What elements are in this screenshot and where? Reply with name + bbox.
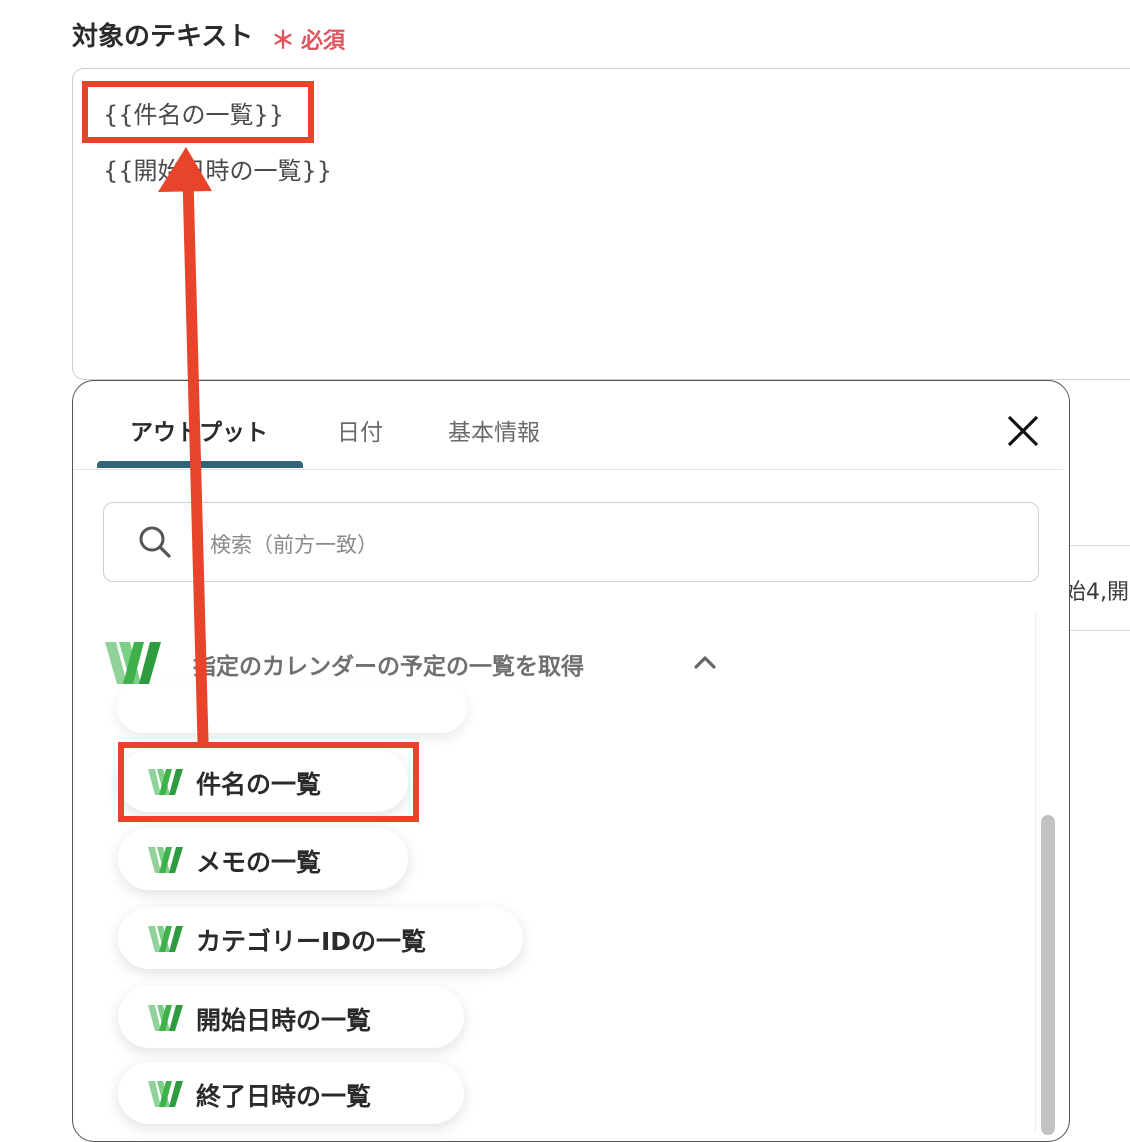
tab-basic-info[interactable]: 基本情報 [448, 413, 540, 447]
output-item-label: 終了日時の一覧 [196, 1082, 372, 1111]
app-logo-icon [148, 1005, 183, 1031]
tab-output[interactable]: アウトプット [130, 413, 268, 447]
output-item-chip[interactable]: 開始日時の一覧 [118, 986, 464, 1048]
required-star: ＊ [271, 26, 295, 54]
output-item-chip[interactable]: メモの一覧 [118, 828, 408, 890]
search-input[interactable]: 検索（前方一致） [103, 502, 1039, 582]
tab-bar: アウトプット 日付 基本情報 [73, 381, 1063, 470]
scroll-track [1035, 613, 1036, 1133]
required-badge: ＊必須 [271, 20, 345, 55]
app-logo-icon [105, 642, 161, 684]
output-item-label: カテゴリーIDの一覧 [196, 927, 427, 956]
chevron-up-icon[interactable] [691, 648, 719, 676]
output-item-label: メモの一覧 [196, 848, 322, 877]
field-label: 対象のテキスト [72, 22, 254, 52]
active-tab-indicator [97, 461, 303, 468]
app-logo-icon [148, 926, 183, 952]
output-item-chip[interactable]: カテゴリーIDの一覧 [118, 907, 523, 969]
search-icon [139, 526, 171, 558]
output-item-chip[interactable]: 終了日時の一覧 [118, 1062, 464, 1124]
search-placeholder: 検索（前方一致） [210, 533, 378, 557]
close-icon[interactable] [1005, 413, 1041, 449]
input-value-line-2: {{開始日時の一覧}} [103, 157, 333, 185]
app-logo-icon [148, 847, 183, 873]
background-field[interactable]: 始4,開 [1064, 545, 1130, 631]
app-logo-icon [148, 1081, 183, 1107]
section-header[interactable]: 指定のカレンダーの予定の一覧を取得 [73, 626, 1033, 716]
section-title: 指定のカレンダーの予定の一覧を取得 [193, 654, 584, 680]
background-field-text: 始4,開 [1064, 580, 1129, 605]
output-item-label: 開始日時の一覧 [196, 1006, 372, 1035]
highlight-box-item [118, 742, 419, 822]
highlight-box-input [82, 81, 314, 143]
required-text: 必須 [301, 29, 346, 54]
tab-date[interactable]: 日付 [337, 413, 383, 447]
scrollbar-thumb[interactable] [1041, 815, 1055, 1135]
